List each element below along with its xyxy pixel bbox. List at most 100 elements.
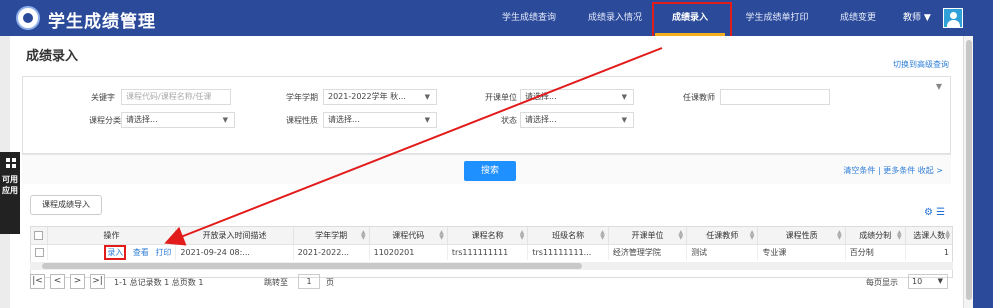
- nav-transcript-print[interactable]: 学生成绩单打印: [731, 0, 823, 36]
- col-header[interactable]: 课程代码 ▲ ▼: [369, 227, 448, 245]
- table-header-row: 操作 开放录入时间描述 学年学期 ▲ ▼ 课程代码 ▲ ▼ 课程名称 ▲ ▼ 班级名称 ▲ ▼ …: [31, 227, 952, 245]
- col-header-label: 成绩分制: [859, 230, 892, 240]
- col-header[interactable]: 任课教师 ▲ ▼: [686, 227, 759, 245]
- sort-icon[interactable]: ▲ ▼: [750, 230, 755, 241]
- last-page-icon[interactable]: >|: [90, 274, 105, 289]
- window-edge: [973, 36, 993, 308]
- view-link[interactable]: 查看: [133, 248, 149, 257]
- search-button[interactable]: 搜索: [464, 161, 516, 181]
- category-select[interactable]: 请选择... ▼: [121, 112, 235, 128]
- col-header-label: 课程性质: [785, 230, 818, 240]
- sort-icon[interactable]: ▲ ▼: [678, 230, 683, 241]
- term-select-value: 2021-2022学年 秋...: [328, 92, 406, 101]
- sort-icon[interactable]: ▲ ▼: [439, 230, 444, 241]
- term-label: 学年学期: [286, 93, 318, 102]
- status-label: 状态: [501, 116, 517, 125]
- entry-link[interactable]: 录入: [104, 244, 127, 260]
- nav-entry-status[interactable]: 成绩录入情况: [574, 0, 656, 36]
- first-page-icon[interactable]: |<: [30, 274, 45, 289]
- col-header: 操作: [47, 227, 177, 245]
- term-select[interactable]: 2021-2022学年 秋... ▼: [323, 89, 437, 105]
- grid-icon: [6, 158, 16, 168]
- sort-icon[interactable]: ▲ ▼: [520, 230, 525, 241]
- col-header-label: 班级名称: [552, 230, 585, 240]
- col-header[interactable]: 选课人数 ▲ ▼: [905, 227, 952, 245]
- vertical-scrollbar[interactable]: [963, 36, 973, 308]
- table-cell: 百分制: [845, 244, 906, 260]
- gear-icon[interactable]: ⚙: [924, 207, 933, 218]
- filter-links[interactable]: 清空条件 | 更多条件 收起 >: [843, 165, 943, 176]
- select-all-checkbox[interactable]: [34, 230, 44, 240]
- nature-select[interactable]: 请选择... ▼: [323, 112, 437, 128]
- horizontal-scrollbar[interactable]: [30, 262, 953, 270]
- page-unit: 页: [326, 278, 334, 287]
- nature-label: 课程性质: [286, 116, 318, 125]
- col-header-label: 学年学期: [315, 230, 348, 240]
- user-menu[interactable]: 教师 ▼: [903, 0, 931, 36]
- unit-select[interactable]: 请选择... ▼: [520, 89, 634, 105]
- table-cell: 11020201: [369, 244, 448, 260]
- sort-icon[interactable]: ▲ ▼: [837, 230, 842, 241]
- col-header-label: 课程代码: [392, 230, 425, 240]
- col-header-label: 任课教师: [706, 230, 739, 240]
- goto-page-input[interactable]: 1: [298, 274, 320, 289]
- sort-icon[interactable]: ▲ ▼: [361, 230, 366, 241]
- sort-icon[interactable]: ▲ ▼: [600, 230, 605, 241]
- row-checkbox[interactable]: [35, 247, 44, 257]
- col-header[interactable]: 开课单位 ▲ ▼: [608, 227, 688, 245]
- teacher-label: 任课教师: [683, 93, 715, 102]
- col-header-label: 开课单位: [631, 230, 664, 240]
- pagination: |< < > >| 1-1 总记录数 1 总页数 1 跳转至 1 页 每页显示 …: [30, 272, 953, 292]
- next-page-icon[interactable]: >: [70, 274, 85, 289]
- chevron-down-icon: ▼: [222, 116, 228, 124]
- app-title: 学生成绩管理: [48, 12, 156, 32]
- pager-summary: 1-1 总记录数 1 总页数 1: [114, 278, 204, 287]
- top-header: 学生成绩管理 学生成绩查询 成绩录入情况 成绩录入 学生成绩单打印 成绩变更 教…: [0, 0, 993, 36]
- keyword-input[interactable]: 课程代码/课程名称/任课: [121, 89, 231, 105]
- col-header-label: 课程名称: [471, 230, 504, 240]
- keyword-label: 关键字: [91, 93, 115, 102]
- filter-panel: ▼ 关键字 课程代码/课程名称/任课 学年学期 2021-2022学年 秋...…: [22, 76, 951, 154]
- category-select-value: 请选择...: [126, 115, 158, 124]
- table-cell: 经济管理学院: [608, 244, 688, 260]
- column-filter-icon[interactable]: ☰: [936, 207, 945, 218]
- sort-icon[interactable]: ▲ ▼: [945, 230, 950, 241]
- col-header[interactable]: 开放录入时间描述: [175, 227, 294, 245]
- user-avatar-icon[interactable]: [943, 8, 963, 28]
- main-content: 成绩录入 切换到高级查询 ▼ 关键字 课程代码/课程名称/任课 学年学期 202…: [10, 36, 963, 308]
- per-page-select[interactable]: 10 ▼: [908, 274, 948, 289]
- select-all-header[interactable]: [31, 227, 48, 245]
- print-link[interactable]: 打印: [155, 248, 171, 257]
- table-cell: 专业课: [757, 244, 846, 260]
- col-header[interactable]: 学年学期 ▲ ▼: [293, 227, 370, 245]
- category-label: 课程分类: [89, 116, 121, 125]
- apps-float-button[interactable]: 可用应用: [0, 152, 20, 234]
- table-cell: 测试: [686, 244, 759, 260]
- school-logo-icon: [16, 6, 40, 30]
- nav-grade-change[interactable]: 成绩变更: [826, 0, 890, 36]
- nav-grade-query[interactable]: 学生成绩查询: [488, 0, 570, 36]
- nature-select-value: 请选择...: [328, 115, 360, 124]
- table-cell: 1: [905, 244, 952, 260]
- advanced-query-link[interactable]: 切换到高级查询: [893, 59, 949, 70]
- status-select-value: 请选择...: [525, 115, 557, 124]
- teacher-input[interactable]: [720, 89, 830, 105]
- status-select[interactable]: 请选择... ▼: [520, 112, 634, 128]
- scrollbar-thumb[interactable]: [966, 40, 972, 300]
- table-tools: ⚙ ☰: [924, 207, 945, 218]
- chevron-down-icon: ▼: [621, 116, 627, 124]
- col-header[interactable]: 课程性质 ▲ ▼: [757, 227, 846, 245]
- goto-label: 跳转至: [264, 278, 288, 287]
- grade-table: 操作 开放录入时间描述 学年学期 ▲ ▼ 课程代码 ▲ ▼ 课程名称 ▲ ▼ 班级名称 ▲ ▼ …: [30, 226, 953, 278]
- course-grade-import-button[interactable]: 课程成绩导入: [30, 195, 102, 215]
- collapse-caret-icon[interactable]: ▼: [936, 82, 942, 91]
- sort-icon[interactable]: ▲ ▼: [897, 230, 902, 241]
- col-header[interactable]: 班级名称 ▲ ▼: [527, 227, 609, 245]
- page-title: 成绩录入: [26, 49, 79, 64]
- scrollbar-thumb[interactable]: [42, 263, 582, 269]
- col-header[interactable]: 课程名称 ▲ ▼: [447, 227, 529, 245]
- chevron-down-icon: ▼: [424, 93, 430, 101]
- prev-page-icon[interactable]: <: [50, 274, 65, 289]
- row-select-cell[interactable]: [31, 244, 48, 260]
- col-header[interactable]: 成绩分制 ▲ ▼: [845, 227, 906, 245]
